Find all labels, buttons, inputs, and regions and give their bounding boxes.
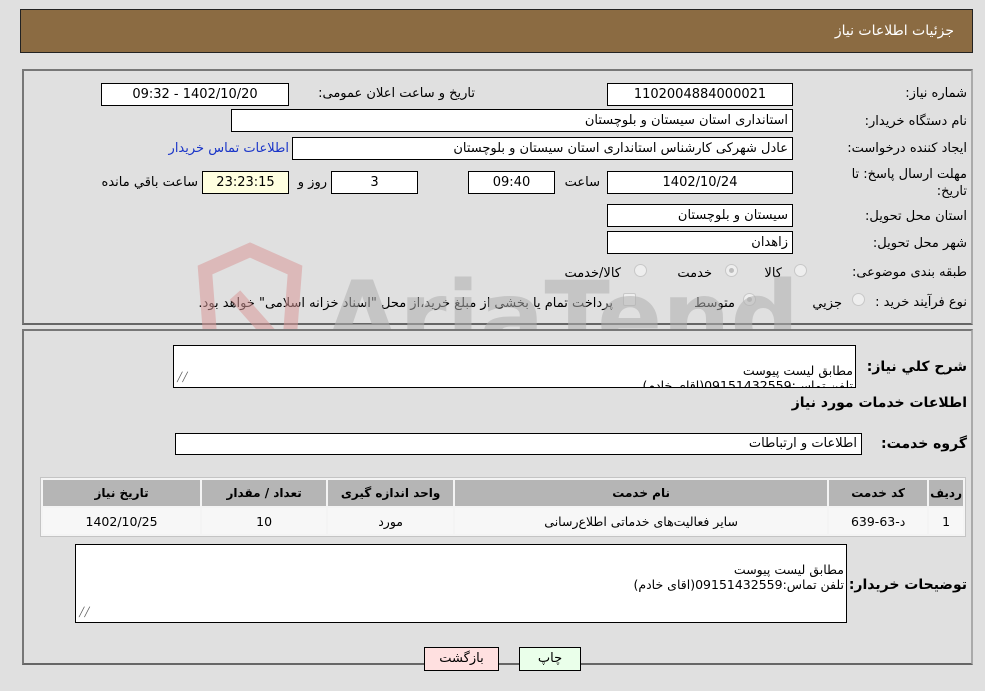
cell-need-date: 1402/10/25 [43, 508, 201, 534]
buyer-notes-textarea[interactable]: مطابق لیست پیوست تلفن تماس:09151432559(ا… [75, 544, 847, 623]
announce-datetime-label: تاریخ و ساعت اعلان عمومی: [318, 86, 475, 101]
days-label: روز و [297, 175, 327, 190]
process-option-medium: متوسط [694, 296, 735, 311]
category-label: طبقه بندی موضوعی: [851, 265, 967, 280]
purchase-process-label: نوع فرآیند خرید : [875, 295, 967, 310]
col-header-service-name: نام خدمت [455, 480, 828, 506]
buyer-contact-link[interactable]: اطلاعات تماس خریدار [169, 141, 289, 156]
process-radio-minor[interactable] [852, 293, 865, 306]
treasury-checkbox-label: پرداخت تمام یا بخشی از مبلغ خرید،از محل … [198, 296, 613, 311]
remaining-time-field: 23:23:15 [202, 171, 289, 194]
page-title: جزئیات اطلاعات نیاز [834, 23, 954, 39]
services-table: ردیف کد خدمت نام خدمت واحد اندازه گیری ت… [40, 477, 966, 537]
col-header-quantity: تعداد / مقدار [202, 480, 327, 506]
treasury-checkbox[interactable] [623, 293, 636, 306]
delivery-city-label: شهر محل تحویل: [872, 236, 967, 251]
cell-service-name: سایر فعالیت‌های خدماتی اطلاع‌رسانی [455, 508, 828, 534]
requester-label: ایجاد کننده درخواست: [847, 141, 967, 156]
resize-grip-icon[interactable]: ╱╱ [79, 606, 90, 621]
col-header-need-date: تاریخ نیاز [43, 480, 201, 506]
cell-row-number: 1 [929, 508, 963, 534]
delivery-city-field: زاهدان [607, 231, 793, 254]
category-radio-service[interactable] [725, 264, 738, 277]
category-option-goods-service: کالا/خدمت [564, 266, 621, 281]
print-button[interactable]: چاپ [519, 647, 581, 671]
back-button[interactable]: بازگشت [424, 647, 499, 671]
page-header: جزئیات اطلاعات نیاز [20, 9, 973, 53]
need-number-label: شماره نیاز: [905, 86, 967, 101]
table-row: 1 د-63-639 سایر فعالیت‌های خدماتی اطلاع‌… [43, 508, 963, 534]
deadline-label: مهلت ارسال پاسخ: تا تاریخ: [851, 167, 967, 199]
services-section-title: اطلاعات خدمات مورد نیاز [791, 395, 967, 411]
col-header-row-number: ردیف [929, 480, 963, 506]
need-number-field: 1102004884000021 [607, 83, 793, 106]
process-option-minor: جزيي [812, 296, 842, 311]
buyer-notes-text: مطابق لیست پیوست تلفن تماس:09151432559(ا… [633, 562, 844, 592]
deadline-time-field: 09:40 [468, 171, 555, 194]
deadline-date-field: 1402/10/24 [607, 171, 793, 194]
resize-grip-icon[interactable]: ╱╱ [177, 371, 188, 386]
cell-service-code: د-63-639 [829, 508, 928, 534]
announce-datetime-field: 1402/10/20 - 09:32 [101, 83, 289, 106]
general-desc-text: مطابق لیست پیوست تلفن تماس:09151432559(ا… [642, 363, 853, 388]
service-group-field: اطلاعات و ارتباطات [175, 433, 862, 455]
category-radio-goods[interactable] [794, 264, 807, 277]
deadline-time-label: ساعت [564, 175, 600, 190]
cell-quantity: 10 [202, 508, 327, 534]
buyer-org-label: نام دستگاه خریدار: [864, 114, 967, 129]
service-group-label: گروه خدمت: [881, 436, 967, 452]
remaining-days-field: 3 [331, 171, 418, 194]
requester-field: عادل شهرکی کارشناس استانداری استان سیستا… [292, 137, 793, 160]
col-header-service-code: کد خدمت [829, 480, 928, 506]
table-header-row: ردیف کد خدمت نام خدمت واحد اندازه گیری ت… [43, 480, 963, 506]
delivery-province-label: استان محل تحویل: [865, 209, 967, 224]
buyer-org-field: استانداری استان سیستان و بلوچستان [231, 109, 793, 132]
remaining-time-label: ساعت باقي مانده [101, 175, 198, 190]
cell-unit: مورد [328, 508, 454, 534]
general-desc-textarea[interactable]: مطابق لیست پیوست تلفن تماس:09151432559(ا… [173, 345, 856, 388]
category-option-goods: کالا [764, 266, 782, 281]
delivery-province-field: سیستان و بلوچستان [607, 204, 793, 227]
general-desc-label: شرح کلي نیاز: [866, 359, 967, 375]
buyer-notes-label: توضیحات خریدار: [848, 577, 967, 593]
process-radio-medium[interactable] [743, 293, 756, 306]
category-option-service: خدمت [677, 266, 712, 281]
category-radio-goods-service[interactable] [634, 264, 647, 277]
col-header-unit: واحد اندازه گیری [328, 480, 454, 506]
